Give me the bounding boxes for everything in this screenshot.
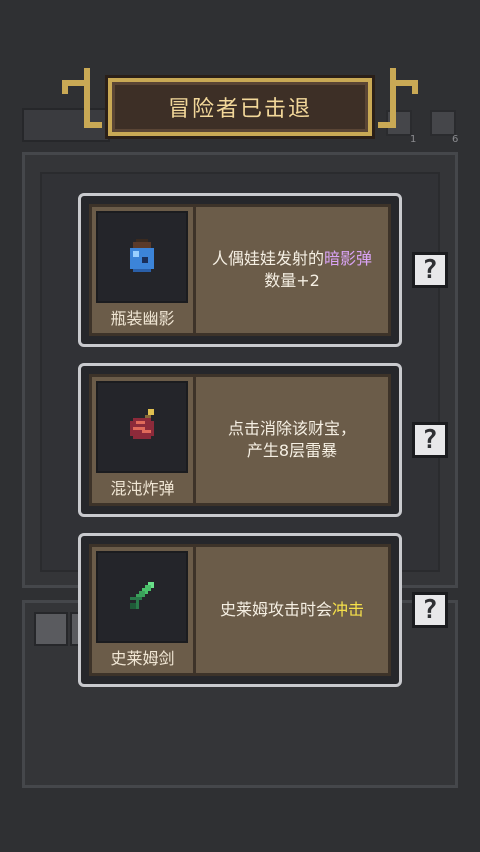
item-name: 瓶装幽影 — [110, 309, 175, 328]
reward-card-3[interactable]: 史莱姆剑 史莱姆攻击时会冲击 — [78, 533, 402, 687]
help-button-1[interactable]: ? — [412, 252, 448, 288]
highlight-keyword: 冲击 — [332, 600, 365, 619]
item-slot — [96, 381, 188, 473]
banner-right-ornament — [378, 68, 418, 128]
background-inventory-slot — [34, 612, 68, 646]
reward-card-2[interactable]: 混沌炸弹 点击消除该财宝， 产生8层雷暴 — [78, 363, 402, 517]
highlight-keyword: 暗影弹 — [324, 249, 373, 268]
reward-card-1[interactable]: 瓶装幽影 人偶娃娃发射的暗影弹数量+2 — [78, 193, 402, 347]
item-description: 史莱姆攻击时会冲击 — [219, 600, 365, 619]
item-slot — [96, 211, 188, 303]
chest-count: 1 — [410, 134, 417, 145]
bottled-shadow-icon — [130, 239, 154, 272]
item-description: 点击消除该财宝， 产生8层雷暴 — [227, 419, 356, 460]
banner-left-ornament — [62, 68, 102, 128]
pawn-count: 6 — [452, 134, 459, 145]
slime-sword-icon — [130, 582, 154, 609]
item-name: 混沌炸弹 — [110, 479, 175, 498]
help-button-3[interactable]: ? — [412, 592, 448, 628]
banner-title: 冒险者已击退 — [167, 97, 312, 122]
title-banner: 冒险者已击退 — [108, 78, 372, 136]
item-slot — [96, 551, 188, 643]
item-name: 史莱姆剑 — [110, 649, 175, 668]
help-button-2[interactable]: ? — [412, 422, 448, 458]
pawn-icon — [430, 110, 456, 136]
item-description: 人偶娃娃发射的暗影弹数量+2 — [211, 249, 373, 290]
chaos-bomb-icon — [130, 409, 154, 439]
